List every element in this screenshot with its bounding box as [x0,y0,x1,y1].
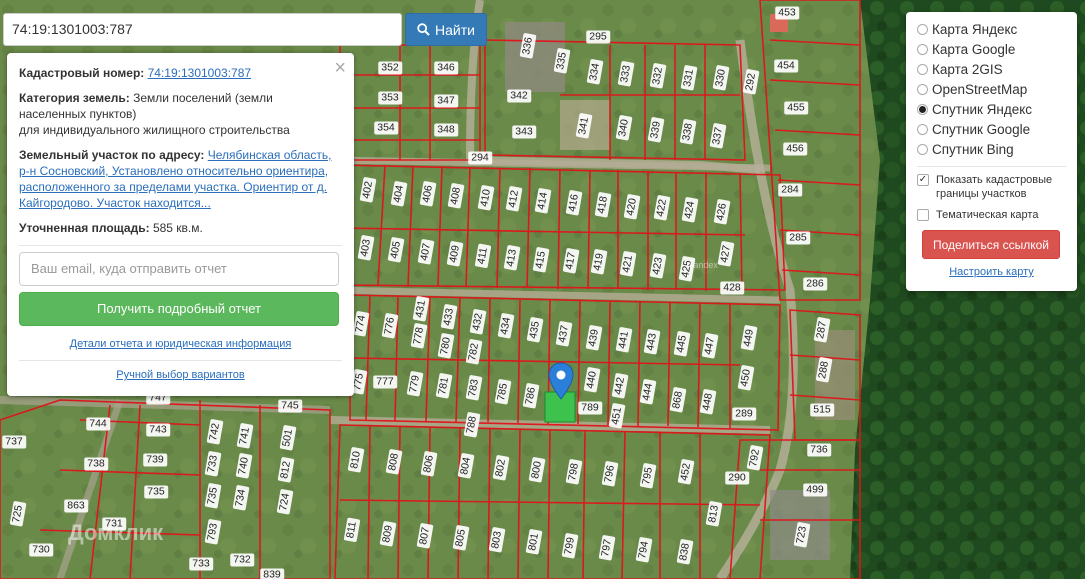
details-row: Детали отчета и юридическая информация [19,336,342,352]
plot-number-label[interactable]: 347 [434,94,458,108]
plot-number-label[interactable]: 863 [64,499,88,513]
radio-icon[interactable] [917,143,928,155]
radio-icon[interactable] [917,23,928,35]
plot-number-label[interactable]: 346 [434,61,458,75]
search-icon [417,23,430,36]
cadastral-number-link[interactable]: 74:19:1301003:787 [148,66,251,80]
plot-number-label[interactable]: 743 [146,423,170,437]
address-label: Земельный участок по адресу: [19,148,205,162]
email-input[interactable]: Ваш email, куда отправить отчет [19,252,339,286]
category-row: Категория земель: Земли поселений (земли… [19,90,342,138]
plot-number-label[interactable]: 352 [378,61,402,75]
radio-icon[interactable] [917,43,928,55]
plot-number-label[interactable]: 286 [803,277,827,291]
domclick-watermark: Домклик [68,520,164,545]
plot-number-label[interactable]: 455 [784,101,808,115]
manual-row: Ручной выбор вариантов [19,367,342,383]
plot-number-label[interactable]: 285 [786,231,810,245]
plot-number-label[interactable]: 730 [29,543,53,557]
search-input[interactable]: 74:19:1301003:787 [3,13,402,46]
yandex-map-watermark: Yandex [688,260,718,270]
plot-number-label[interactable]: 342 [507,89,531,103]
plot-number-label[interactable]: 295 [586,30,610,44]
plot-number-label[interactable]: 428 [720,281,744,295]
find-button-label: Найти [435,21,475,38]
thematic-map-toggle[interactable]: Тематическая карта [917,208,1066,222]
layer-option-label: Карта 2GIS [932,61,1003,77]
plot-number-label[interactable]: 735 [144,485,168,499]
plot-number-label[interactable]: 515 [810,403,834,417]
plot-number-label[interactable]: 454 [774,59,798,73]
get-report-button[interactable]: Получить подробный отчет [19,292,339,326]
plot-info-panel: × Кадастровый номер: 74:19:1301003:787 К… [7,53,354,396]
plot-number-label[interactable]: 745 [278,399,302,413]
plot-number-label[interactable]: 343 [512,125,536,139]
checkbox-icon[interactable] [917,209,929,221]
area-value: 585 кв.м. [152,221,203,235]
layer-option-label: Карта Google [932,41,1016,57]
plot-number-label[interactable]: 289 [732,407,756,421]
plot-number-label[interactable]: 736 [807,443,831,457]
plot-number-label[interactable]: 739 [143,453,167,467]
layer-option-label: Карта Яндекс [932,21,1018,37]
configure-row: Настроить карту [917,266,1066,278]
plot-number-label[interactable]: 348 [434,123,458,137]
share-link-button[interactable]: Поделиться ссылкой [922,230,1060,259]
layer-option[interactable]: Карта Google [917,39,1066,59]
layer-option-label: Спутник Google [932,121,1031,137]
close-icon[interactable]: × [334,58,346,78]
plot-number-label[interactable]: 294 [468,151,492,165]
thematic-map-label: Тематическая карта [936,209,1039,221]
plot-number-label[interactable]: 456 [783,142,807,156]
plot-number-label[interactable]: 789 [578,401,602,415]
plot-number-label[interactable]: 453 [775,6,799,20]
plot-number-label[interactable]: 354 [374,121,398,135]
layer-option[interactable]: Карта Яндекс [917,19,1066,39]
find-button[interactable]: Найти [405,13,487,46]
show-cadastral-label: Показать кадастровые границы участков [936,174,1053,200]
checkbox-checked-icon[interactable]: ✓ [917,174,929,186]
radio-icon[interactable] [917,83,928,95]
area-row: Уточненная площадь: 585 кв.м. [19,220,342,236]
layer-option-label: Спутник Bing [932,141,1014,157]
layer-option[interactable]: Спутник Google [917,119,1066,139]
layer-options: Карта Яндекс Карта Google Карта 2GIS OpenSt… [917,19,1066,159]
plot-number-label[interactable]: 737 [2,435,26,449]
show-cadastral-toggle[interactable]: ✓ Показать кадастровые границы участков [917,173,1066,201]
layer-option-label: Спутник Яндекс [932,101,1033,117]
plot-number-label[interactable]: 353 [378,91,402,105]
plot-number-label[interactable]: 738 [84,457,108,471]
plot-number-label[interactable]: 733 [189,557,213,571]
plot-number-label[interactable]: 290 [725,471,749,485]
cadastral-label: Кадастровый номер: [19,66,145,80]
address-row: Земельный участок по адресу: Челябинская… [19,147,342,211]
plot-number-label[interactable]: 732 [230,553,254,567]
radio-selected-icon[interactable] [917,103,928,115]
map-pin-icon[interactable] [548,362,574,400]
details-link[interactable]: Детали отчета и юридическая информация [70,338,292,350]
layer-option[interactable]: Спутник Яндекс [917,99,1066,119]
category-use: для индивидуального жилищного строительс… [19,123,290,137]
plot-number-label[interactable]: 744 [86,417,110,431]
radio-icon[interactable] [917,63,928,75]
layer-option[interactable]: OpenStreetMap [917,79,1066,99]
plot-number-label[interactable]: 284 [778,183,802,197]
plot-number-label[interactable]: 499 [803,483,827,497]
category-label: Категория земель: [19,91,130,105]
plot-number-label[interactable]: 777 [373,375,397,389]
radio-icon[interactable] [917,123,928,135]
layer-option[interactable]: Спутник Bing [917,139,1066,159]
layer-option-label: OpenStreetMap [932,81,1028,97]
area-label: Уточненная площадь: [19,221,150,235]
plot-number-label[interactable]: 839 [260,568,284,579]
manual-selection-link[interactable]: Ручной выбор вариантов [116,369,244,381]
configure-map-link[interactable]: Настроить карту [949,266,1034,278]
map-layers-panel: Карта Яндекс Карта Google Карта 2GIS OpenSt… [906,12,1077,291]
cadastral-number-row: Кадастровый номер: 74:19:1301003:787 [19,65,342,81]
layer-option[interactable]: Карта 2GIS [917,59,1066,79]
